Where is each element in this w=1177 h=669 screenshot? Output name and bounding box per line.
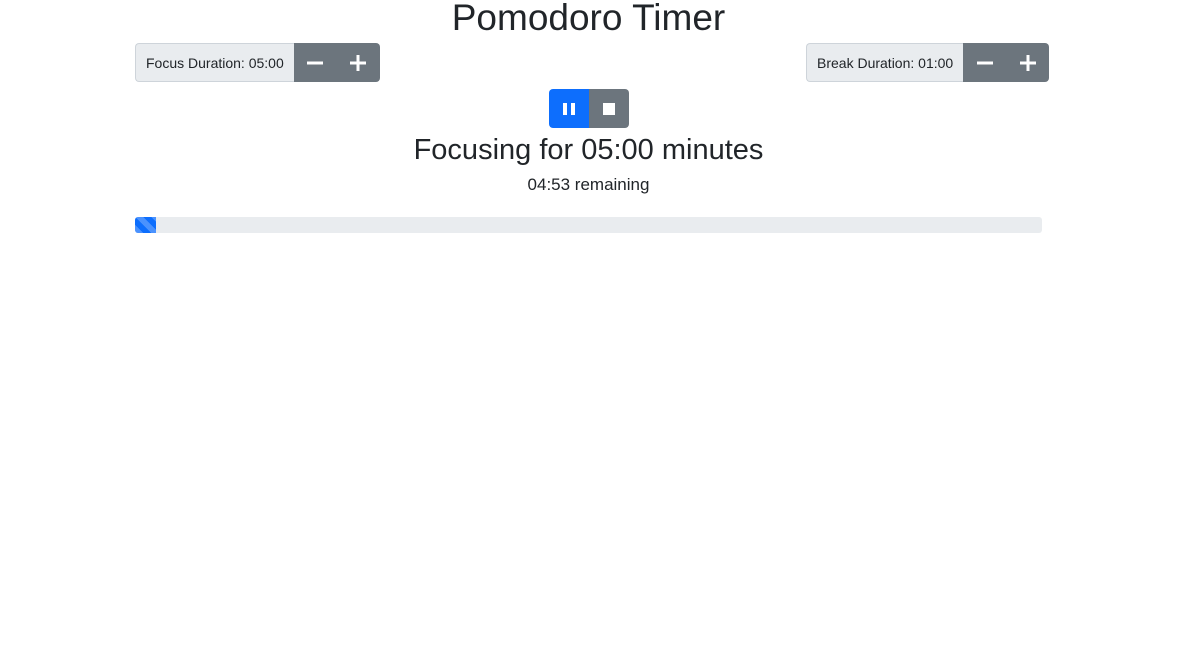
focus-duration-group: Focus Duration: 05:00: [135, 43, 380, 82]
stop-icon: [603, 102, 615, 115]
minus-icon: [307, 61, 324, 64]
timer-controls: [549, 89, 629, 128]
page-title: Pomodoro Timer: [451, 0, 726, 38]
plus-icon: [350, 54, 367, 71]
pause-icon: [563, 102, 575, 115]
progress-bar: [135, 217, 157, 233]
plus-icon: [1019, 54, 1036, 71]
break-duration-label: Break Duration: 01:00: [806, 43, 964, 82]
focus-decrease-button[interactable]: [293, 43, 337, 82]
break-duration-group: Break Duration: 01:00: [806, 43, 1050, 82]
focus-duration-label: Focus Duration: 05:00: [135, 43, 294, 82]
time-remaining: 04:53 remaining: [527, 175, 650, 194]
minus-icon: [976, 61, 993, 64]
break-increase-button[interactable]: [1006, 43, 1050, 82]
focus-increase-button[interactable]: [336, 43, 380, 82]
pause-button[interactable]: [549, 89, 589, 128]
stop-button[interactable]: [589, 89, 629, 128]
progress-track: [135, 217, 1042, 233]
status-heading: Focusing for 05:00 minutes: [413, 134, 764, 166]
break-decrease-button[interactable]: [963, 43, 1007, 82]
